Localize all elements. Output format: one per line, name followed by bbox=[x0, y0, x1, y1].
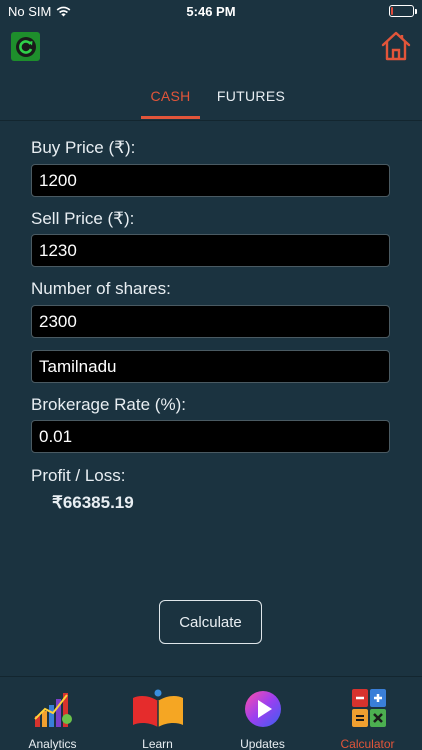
nav-calculator-label: Calculator bbox=[340, 737, 395, 750]
book-icon bbox=[133, 689, 183, 727]
status-time: 5:46 PM bbox=[186, 4, 236, 19]
tab-divider bbox=[0, 120, 422, 121]
analytics-icon bbox=[34, 693, 72, 727]
nav-analytics[interactable]: Analytics bbox=[0, 677, 105, 750]
nav-learn[interactable]: Learn bbox=[105, 677, 210, 750]
sell-price-input[interactable]: 1230 bbox=[31, 234, 390, 267]
nav-calculator[interactable]: Calculator bbox=[315, 677, 420, 750]
tab-cash[interactable]: CASH bbox=[141, 88, 200, 104]
nav-learn-label: Learn bbox=[142, 737, 173, 750]
tab-bar: CASH FUTURES bbox=[0, 80, 422, 120]
status-bar: No SIM 5:46 PM bbox=[0, 0, 422, 22]
profit-value: ₹66385.19 bbox=[52, 493, 134, 512]
nav-updates-label: Updates bbox=[240, 737, 285, 750]
home-button[interactable] bbox=[380, 30, 412, 62]
brokerage-input[interactable]: 0.01 bbox=[31, 420, 390, 453]
sell-price-label: Sell Price (₹): bbox=[31, 209, 135, 228]
state-select[interactable]: Tamilnadu bbox=[31, 350, 390, 383]
profit-label: Profit / Loss: bbox=[31, 466, 126, 485]
nav-updates[interactable]: Updates bbox=[210, 677, 315, 750]
buy-price-input[interactable]: 1200 bbox=[31, 164, 390, 197]
play-icon bbox=[245, 691, 281, 727]
nav-analytics-label: Analytics bbox=[28, 737, 77, 750]
battery-icon bbox=[389, 5, 417, 17]
calculate-button[interactable]: Calculate bbox=[159, 600, 262, 644]
calculator-icon bbox=[352, 689, 386, 727]
shares-input[interactable]: 2300 bbox=[31, 305, 390, 338]
tab-futures[interactable]: FUTURES bbox=[212, 88, 290, 104]
brokerage-label: Brokerage Rate (%): bbox=[31, 395, 186, 414]
refresh-icon bbox=[15, 36, 36, 57]
shares-label: Number of shares: bbox=[31, 279, 171, 298]
refresh-button[interactable] bbox=[11, 32, 40, 61]
home-icon bbox=[381, 31, 411, 61]
bottom-nav: Analytics Learn Updates Calculator bbox=[0, 676, 422, 750]
active-tab-indicator bbox=[141, 116, 200, 119]
buy-price-label: Buy Price (₹): bbox=[31, 138, 136, 157]
